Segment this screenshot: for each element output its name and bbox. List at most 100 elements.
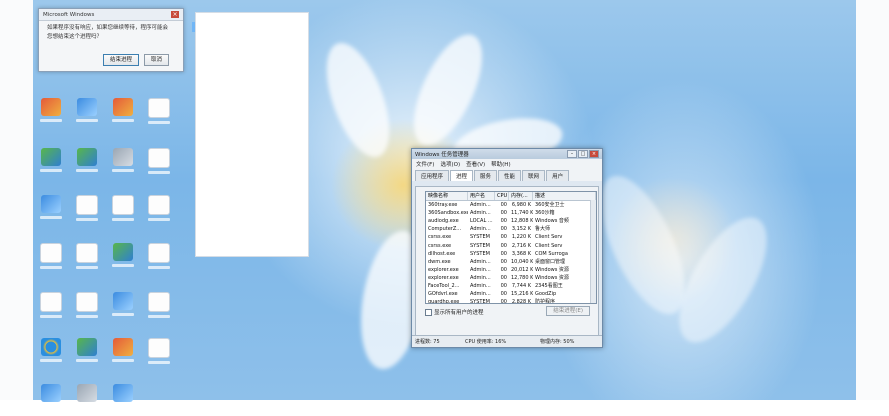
cell-image-name: csrss.exe: [428, 234, 452, 241]
cell-memory: 7,744 K: [511, 283, 531, 290]
desktop-icon-file[interactable]: [146, 98, 172, 130]
checkbox-box[interactable]: [425, 308, 432, 316]
blank-window[interactable]: [195, 12, 309, 257]
cell-description: Windows 资源: [535, 266, 569, 273]
desktop-icon-file[interactable]: [110, 195, 136, 227]
cell-description: GoodZip: [535, 291, 557, 298]
desktop-icon-file[interactable]: [146, 338, 172, 370]
desktop-icon-app[interactable]: [110, 384, 136, 416]
desktop-icon-file[interactable]: [38, 292, 64, 324]
column-description[interactable]: 描述: [533, 192, 596, 201]
icon-label: [112, 218, 134, 221]
desktop-icon-spreadsheet[interactable]: [110, 243, 136, 275]
desktop-icon-app[interactable]: [38, 384, 64, 416]
status-bar: 进程数: 75 CPU 使用率: 16% 物理内存: 50%: [412, 335, 602, 347]
table-row[interactable]: FaceTool_2... Admin... 00 7,744 K 2345看图王: [426, 282, 596, 290]
dialog-message: 如果程序没有响应，如果您继续等待，程序可能会 您想结束这个进程吗？: [39, 21, 183, 42]
desktop-icon-file[interactable]: [146, 292, 172, 324]
icon-label: [40, 169, 62, 172]
icon-label: [76, 169, 98, 172]
icon-label: [148, 218, 170, 221]
desktop-icon-qq[interactable]: [74, 98, 100, 130]
cell-user-name: SYSTEM: [470, 234, 490, 241]
file-icon: [148, 98, 170, 118]
desktop-icon-browser[interactable]: [74, 338, 100, 370]
cancel-button[interactable]: 取消: [143, 54, 169, 66]
tab-services[interactable]: 服务: [474, 170, 498, 181]
menu-help[interactable]: 帮助(H): [491, 160, 510, 168]
vertical-scrollbar[interactable]: [590, 200, 596, 303]
menu-view[interactable]: 查看(V): [466, 160, 485, 168]
desktop-icon-document[interactable]: [110, 292, 136, 324]
tab-processes[interactable]: 进程: [450, 170, 474, 181]
table-row[interactable]: GOfdvrl.exe Admin... 00 15,216 K GoodZip: [426, 290, 596, 298]
table-row[interactable]: csrss.exe SYSTEM 00 1,220 K Client Serv: [426, 233, 596, 241]
desktop-icon-chat[interactable]: [74, 148, 100, 180]
table-row[interactable]: dllhost.exe SYSTEM 00 3,368 K COM Surroga: [426, 250, 596, 258]
tab-applications[interactable]: 应用程序: [415, 170, 450, 181]
cell-cpu: 00: [500, 218, 507, 225]
desktop-icon-settings[interactable]: [110, 148, 136, 180]
menu-bar: 文件(F) 选项(O) 查看(V) 帮助(H): [412, 159, 602, 168]
desktop-icon-computer[interactable]: [38, 195, 64, 227]
desktop-icon-file[interactable]: [146, 148, 172, 180]
file-icon: [76, 195, 98, 215]
show-all-users-checkbox[interactable]: 显示所有用户的进程: [425, 308, 484, 316]
table-row[interactable]: dwm.exe Admin... 00 10,040 K 桌面窗口管理: [426, 258, 596, 266]
desktop-icon-app[interactable]: [38, 148, 64, 180]
desktop-icon-app[interactable]: [74, 384, 100, 416]
table-row[interactable]: guardhp.exe SYSTEM 00 2,828 K 防护程序: [426, 298, 596, 303]
cell-cpu: 00: [500, 242, 507, 249]
minimize-icon[interactable]: –: [567, 150, 577, 158]
cell-memory: 3,152 K: [511, 226, 531, 233]
column-cpu[interactable]: CPU: [495, 192, 509, 201]
table-row[interactable]: 360Sandbox.exe Admin... 00 11,740 K 360沙箱: [426, 209, 596, 217]
cell-user-name: Admin...: [470, 283, 491, 290]
table-row[interactable]: explorer.exe Admin... 00 12,780 K Windows 资源: [426, 274, 596, 282]
desktop-icon-file[interactable]: [146, 243, 172, 275]
not-responding-dialog: Microsoft Windows × 如果程序没有响应，如果您继续等待，程序可…: [38, 8, 184, 72]
menu-file[interactable]: 文件(F): [416, 160, 434, 168]
desktop-icon-file[interactable]: [38, 243, 64, 275]
icon-label: [76, 359, 98, 362]
table-row[interactable]: ComputerZ... Admin... 00 3,152 K 鲁大师: [426, 225, 596, 233]
desktop-icon-file[interactable]: [146, 195, 172, 227]
desktop-icon-ie[interactable]: [38, 338, 64, 370]
icon-label: [148, 171, 170, 174]
cell-image-name: explorer.exe: [428, 274, 459, 281]
desktop-icon-file[interactable]: [74, 195, 100, 227]
cell-user-name: Admin...: [470, 258, 491, 265]
file-icon: [76, 292, 98, 312]
table-row[interactable]: csrss.exe SYSTEM 00 2,716 K Client Serv: [426, 242, 596, 250]
column-image-name[interactable]: 映像名称: [426, 192, 468, 201]
end-process-button[interactable]: 结束进程(E): [546, 306, 590, 316]
table-row[interactable]: audiodg.exe LOCAL ... 00 12,808 K Windows 音频: [426, 217, 596, 225]
column-user-name[interactable]: 用户名: [468, 192, 495, 201]
desktop-icon-app[interactable]: [110, 338, 136, 370]
tab-networking[interactable]: 联网: [522, 170, 546, 181]
maximize-icon[interactable]: □: [578, 150, 588, 158]
icon-label: [148, 315, 170, 318]
tab-users[interactable]: 用户: [546, 170, 570, 181]
cell-cpu: 00: [500, 274, 507, 281]
menu-options[interactable]: 选项(O): [440, 160, 460, 168]
column-memory[interactable]: 内存(...: [509, 192, 533, 201]
table-row[interactable]: explorer.exe Admin... 00 20,012 K Windows 资源: [426, 266, 596, 274]
close-icon[interactable]: ×: [589, 150, 599, 158]
desktop-icon-file[interactable]: [74, 243, 100, 275]
browser-icon: [41, 338, 61, 356]
desktop-icon-archive[interactable]: [110, 98, 136, 130]
close-icon[interactable]: ×: [171, 11, 179, 18]
cell-memory: 20,012 K: [511, 266, 533, 273]
tab-performance[interactable]: 性能: [498, 170, 522, 181]
end-process-button[interactable]: 结束进程: [102, 54, 139, 66]
desktop-icon-file[interactable]: [74, 292, 100, 324]
table-row[interactable]: 360tray.exe Admin... 00 6,980 K 360安全卫士: [426, 201, 596, 209]
cell-description: COM Surroga: [535, 250, 568, 257]
app-icon: [113, 338, 133, 356]
desktop-icon-app[interactable]: [38, 98, 64, 130]
file-icon: [148, 338, 170, 358]
cell-description: Client Serv: [535, 234, 563, 241]
icon-label: [40, 359, 62, 362]
cell-cpu: 00: [500, 266, 507, 273]
